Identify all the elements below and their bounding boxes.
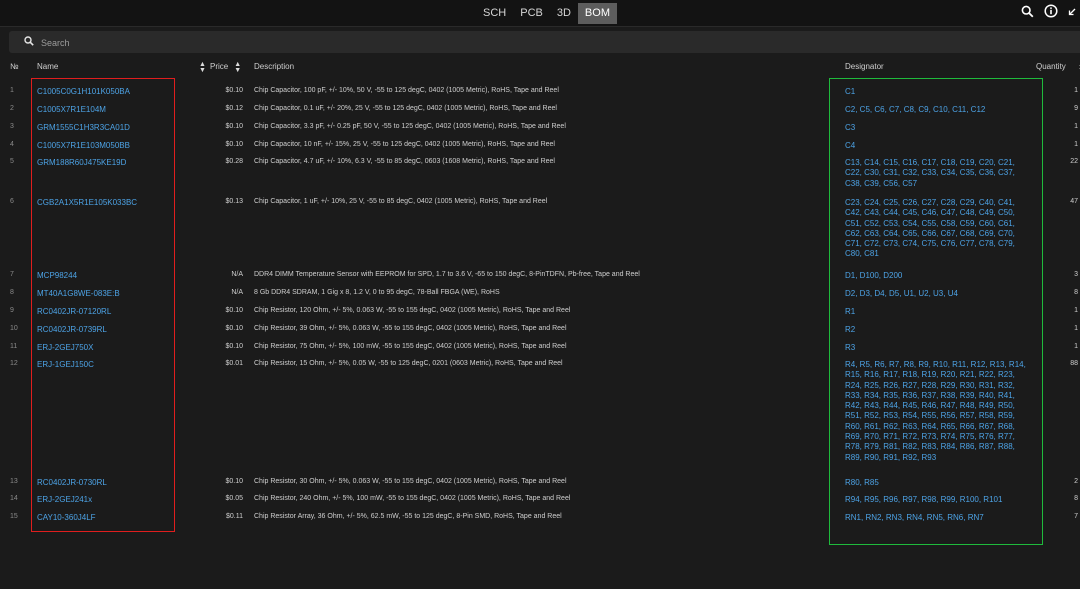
- description-cell: Chip Resistor, 39 Ohm, +/- 5%, 0.063 W, …: [254, 325, 567, 332]
- price-cell: $0.10: [225, 307, 243, 314]
- price-cell: $0.10: [225, 478, 243, 485]
- column-header-description[interactable]: Description: [254, 62, 294, 74]
- row-number: 10: [10, 325, 18, 332]
- price-cell: $0.10: [225, 87, 243, 94]
- description-cell: Chip Resistor, 15 Ohm, +/- 5%, 0.05 W, -…: [254, 360, 563, 367]
- top-toolbar: SCH PCB 3D BOM: [0, 0, 1080, 27]
- tab-3d[interactable]: 3D: [550, 3, 578, 24]
- row-number: 3: [10, 123, 14, 130]
- price-cell: $0.13: [225, 198, 243, 205]
- row-number: 8: [10, 289, 14, 296]
- column-header-price-label: Price: [210, 62, 229, 71]
- search-icon: [24, 36, 34, 46]
- name-sort-icon[interactable]: ▲ ▼: [199, 61, 206, 74]
- column-header-name[interactable]: Name: [37, 62, 58, 74]
- description-cell: 8 Gb DDR4 SDRAM, 1 Gig x 8, 1.2 V, 0 to …: [254, 289, 500, 296]
- quantity-cell: 8: [1074, 495, 1078, 502]
- designator-column-highlight: [829, 78, 1043, 545]
- quantity-cell: 22: [1070, 158, 1078, 165]
- description-cell: Chip Resistor, 240 Ohm, +/- 5%, 100 mW, …: [254, 495, 571, 502]
- quantity-cell: 2: [1074, 478, 1078, 485]
- search-input[interactable]: [39, 33, 943, 53]
- search-icon[interactable]: [1021, 5, 1034, 18]
- info-icon[interactable]: [1044, 4, 1058, 18]
- price-cell: $0.12: [225, 105, 243, 112]
- quantity-cell: 1: [1074, 141, 1078, 148]
- quantity-cell: 1: [1074, 307, 1078, 314]
- row-number: 9: [10, 307, 14, 314]
- description-cell: Chip Capacitor, 3.3 pF, +/- 0.25 pF, 50 …: [254, 123, 566, 130]
- quantity-cell: 8: [1074, 289, 1078, 296]
- description-cell: Chip Capacitor, 0.1 uF, +/- 20%, 25 V, -…: [254, 105, 557, 112]
- quantity-cell: 88: [1070, 360, 1078, 367]
- row-number: 15: [10, 513, 18, 520]
- quantity-cell: 1: [1074, 325, 1078, 332]
- column-header-number: №: [10, 62, 19, 71]
- row-number: 14: [10, 495, 18, 502]
- price-cell: N/A: [231, 289, 243, 296]
- column-header-designator[interactable]: Designator: [845, 62, 884, 74]
- description-cell: Chip Resistor, 75 Ohm, +/- 5%, 100 mW, -…: [254, 343, 567, 350]
- quantity-cell: 7: [1074, 513, 1078, 520]
- row-number: 6: [10, 198, 14, 205]
- view-tabs: SCH PCB 3D BOM: [476, 3, 617, 24]
- price-sort-icon[interactable]: ▲ ▼: [234, 61, 241, 74]
- column-header-quantity[interactable]: Quantity: [1036, 62, 1066, 74]
- name-column-highlight: [31, 78, 175, 532]
- row-number: 11: [10, 343, 18, 350]
- row-number: 2: [10, 105, 14, 112]
- price-cell: $0.10: [225, 123, 243, 130]
- row-number: 5: [10, 158, 14, 165]
- row-number: 12: [10, 360, 18, 367]
- row-number: 13: [10, 478, 18, 485]
- quantity-cell: 1: [1074, 123, 1078, 130]
- quantity-cell: 1: [1074, 343, 1078, 350]
- description-cell: Chip Capacitor, 4.7 uF, +/- 10%, 6.3 V, …: [254, 158, 555, 165]
- quantity-cell: 3: [1074, 271, 1078, 278]
- description-cell: Chip Capacitor, 100 pF, +/- 10%, 50 V, -…: [254, 87, 559, 94]
- row-number: 1: [10, 87, 14, 94]
- description-cell: DDR4 DIMM Temperature Sensor with EEPROM…: [254, 271, 640, 278]
- price-cell: $0.10: [225, 325, 243, 332]
- quantity-cell: 1: [1074, 87, 1078, 94]
- column-header-name-label: Name: [37, 62, 59, 71]
- description-cell: Chip Resistor Array, 36 Ohm, +/- 5%, 62.…: [254, 513, 562, 520]
- row-number: 7: [10, 271, 14, 278]
- row-number: 4: [10, 141, 14, 148]
- price-cell: $0.01: [225, 360, 243, 367]
- quantity-cell: 47: [1070, 198, 1078, 205]
- toolbar-icons: [1021, 4, 1076, 18]
- tab-sch[interactable]: SCH: [476, 3, 513, 24]
- price-cell: $0.11: [226, 513, 243, 520]
- search-bar: [9, 31, 1080, 53]
- description-cell: Chip Capacitor, 1 uF, +/- 10%, 25 V, -55…: [254, 198, 548, 205]
- collapse-icon[interactable]: [1068, 6, 1076, 16]
- price-cell: $0.10: [225, 343, 243, 350]
- price-cell: $0.10: [225, 141, 243, 148]
- price-cell: N/A: [231, 271, 243, 278]
- price-cell: $0.28: [225, 158, 243, 165]
- tab-bom[interactable]: BOM: [577, 3, 617, 24]
- description-cell: Chip Capacitor, 10 nF, +/- 15%, 25 V, -5…: [254, 141, 555, 148]
- column-header-quantity-label: Quantity: [1036, 62, 1066, 71]
- column-header-price[interactable]: Price ▲ ▼: [210, 61, 241, 74]
- quantity-cell: 9: [1074, 105, 1078, 112]
- description-cell: Chip Resistor, 120 Ohm, +/- 5%, 0.063 W,…: [254, 307, 571, 314]
- tab-pcb[interactable]: PCB: [513, 3, 550, 24]
- description-cell: Chip Resistor, 30 Ohm, +/- 5%, 0.063 W, …: [254, 478, 567, 485]
- price-cell: $0.05: [225, 495, 243, 502]
